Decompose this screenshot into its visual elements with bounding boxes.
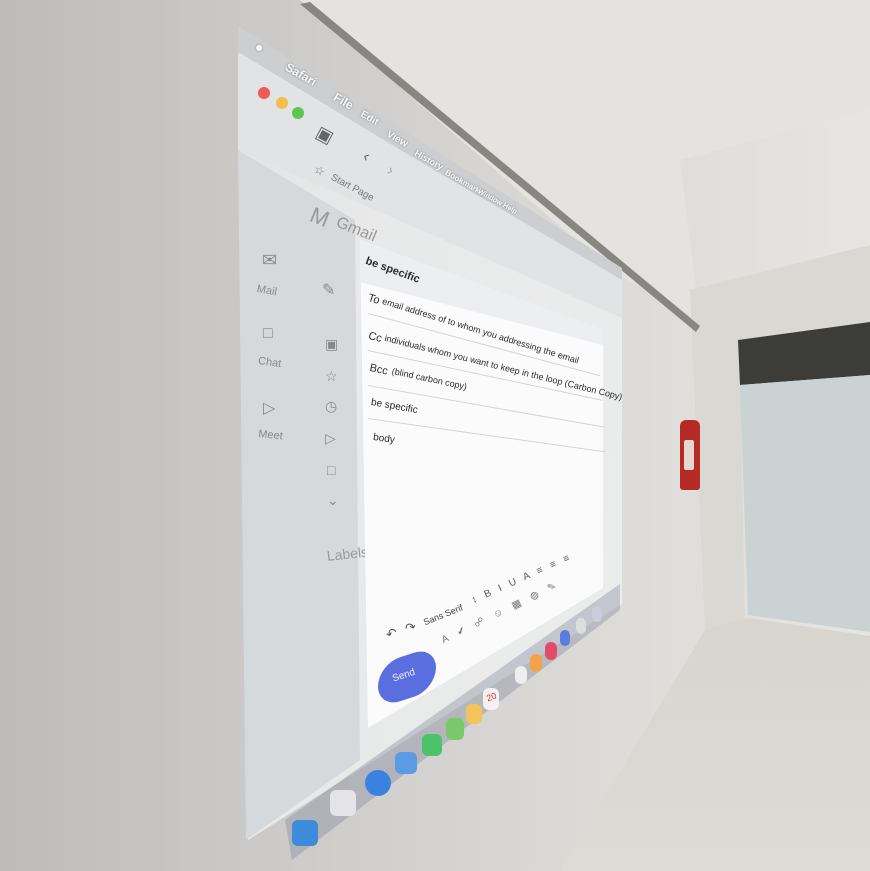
notes-icon[interactable] [515, 666, 527, 684]
finder-icon[interactable] [292, 820, 318, 846]
zoom-window-icon[interactable] [292, 107, 304, 119]
starred-icon[interactable]: ☆ [325, 368, 338, 385]
maps-icon[interactable] [446, 718, 464, 740]
safari-icon[interactable] [365, 770, 391, 796]
compose-pencil-icon[interactable]: ✎ [322, 280, 335, 300]
drafts-icon[interactable]: □ [327, 462, 335, 478]
more-icon[interactable]: ⌄ [327, 492, 339, 509]
appstore-icon[interactable] [560, 630, 570, 646]
music-icon[interactable] [545, 642, 557, 660]
reminders-icon[interactable] [530, 654, 542, 672]
meet-icon[interactable]: ▷ [263, 398, 275, 418]
minimize-window-icon[interactable] [276, 97, 288, 109]
sent-icon[interactable]: ▷ [325, 430, 336, 447]
inbox-icon[interactable]: ▣ [325, 336, 338, 353]
chat-icon[interactable]: □ [263, 325, 273, 343]
close-window-icon[interactable] [258, 87, 270, 99]
extinguisher-label [684, 440, 694, 470]
mail-app-icon[interactable] [395, 752, 417, 774]
mail-icon[interactable]: ✉ [262, 250, 277, 271]
launchpad-icon[interactable] [330, 790, 356, 816]
photos-icon[interactable] [466, 704, 482, 724]
settings-icon[interactable] [576, 618, 586, 634]
snoozed-icon[interactable]: ◷ [325, 398, 337, 415]
nav-meet[interactable]: Meet [258, 428, 284, 442]
messages-icon[interactable] [422, 734, 442, 756]
trash-icon[interactable] [592, 606, 602, 622]
